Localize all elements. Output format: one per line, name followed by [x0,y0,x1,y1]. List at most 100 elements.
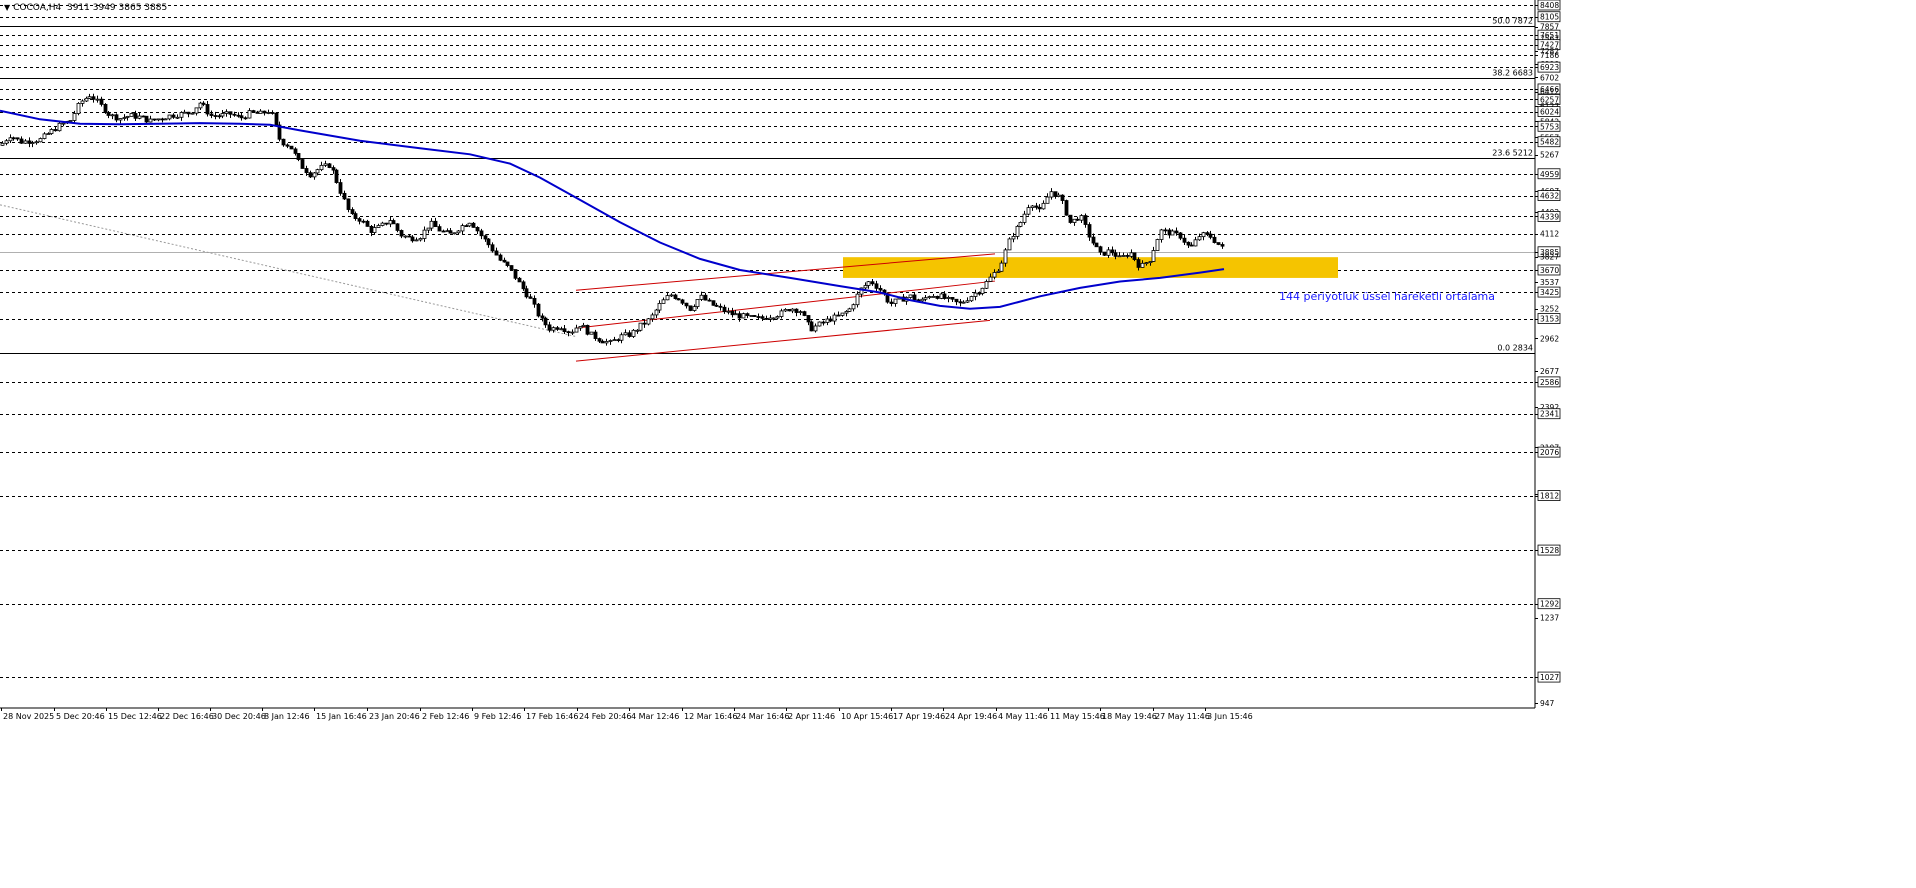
price-label: 5482 [1540,138,1559,147]
candle-body [737,313,742,319]
candle-body [228,111,233,115]
price-label: 4959 [1540,170,1559,179]
candle-body [198,102,203,109]
candle-body [114,114,119,121]
candle-body [11,137,16,140]
candle-body [1208,233,1213,238]
candle-body [103,103,108,113]
candle-body [931,295,936,298]
candle-body [87,96,92,99]
candle-body [1121,255,1126,257]
candle-body [391,220,396,225]
candle-body [498,254,503,261]
candle-body [745,313,750,316]
price-chart[interactable]: 50.0 7872 38.2 6683 23.6 5212 0.0 2834 144 … [0,0,1916,888]
candle-body [1151,250,1156,262]
candle-body [752,315,757,317]
candle-body [209,113,214,116]
candle-body [1102,251,1107,256]
candle-body [836,314,841,317]
candle-body [528,296,533,299]
candle-body [559,328,564,331]
time-label: 22 Dec 16:46 [160,712,214,721]
candle-body [91,96,96,100]
candle-body [935,295,940,299]
candle-body [562,328,567,333]
candle-body [1094,242,1099,248]
candle-body [57,122,62,132]
symbol-header: ▼ COCOA,H4 3911 3949 3865 3885 [4,3,167,13]
time-label: 4 May 11:46 [998,712,1048,721]
candle-body [312,172,317,178]
candle-body [429,220,434,229]
time-label: 17 Apr 19:46 [893,712,945,721]
candle-body [654,309,659,316]
time-label: 9 Feb 12:46 [474,712,521,721]
trendlines [0,204,996,362]
price-label: 1292 [1540,600,1559,609]
candle-body [969,296,974,302]
ohlc-values: 3911 3949 3865 3885 [66,3,168,13]
candle-body [828,318,833,322]
candle-body [445,230,450,233]
price-label: 2076 [1540,448,1559,457]
candle-body [847,308,852,312]
candle-body [555,327,560,330]
candle-body [460,225,465,232]
candle-body [749,315,754,317]
candle-body [1193,239,1198,247]
candle-body [790,308,795,312]
price-label: 3670 [1540,266,1559,275]
candle-body [34,141,39,144]
candle-body [156,118,161,121]
chevron-down-icon[interactable]: ▼ [4,3,10,12]
candle-body [665,295,670,301]
candle-body [448,230,453,234]
candle-body [380,222,385,226]
candle-body [1113,252,1118,257]
candle-body [247,110,252,119]
candle-body [942,293,947,299]
candle-body [635,329,640,332]
candle-body [106,112,111,116]
time-label: 3 Jun 15:46 [1207,712,1253,721]
time-label: 15 Jan 16:46 [316,712,367,721]
time-label: 5 Dec 20:46 [56,712,105,721]
candle-body [1159,229,1164,240]
candle-body [787,309,792,312]
candle-body [365,220,370,227]
candle-body [46,133,51,135]
candle-body [965,300,970,303]
candle-body [1003,249,1008,264]
candle-body [384,222,389,225]
candle-body [194,107,199,114]
candle-body [163,118,168,121]
price-label: 6024 [1540,108,1559,117]
candle-body [152,118,157,121]
candle-body [616,339,621,342]
candle-body [1011,236,1016,240]
candle-body [490,244,495,252]
candle-body [61,122,66,125]
candle-body [802,311,807,316]
candle-body [4,140,9,144]
candle-body [479,230,484,237]
candle-body [551,327,556,331]
candle-body [403,235,408,238]
candle-body [604,341,609,344]
candle-body [15,137,20,140]
candle-body [361,220,366,223]
candle-body [1060,194,1065,201]
candle-body [593,331,598,339]
candle-body [889,301,894,304]
candle-body [741,313,746,319]
candle-body [1212,236,1217,243]
candle-body [99,98,104,105]
candle-body [996,270,1001,273]
price-label: 3537 [1540,278,1559,287]
candle-body [642,322,647,325]
price-label: 2677 [1540,367,1559,376]
candle-body [779,310,784,317]
candle-body [285,144,290,147]
candle-body [270,112,275,114]
